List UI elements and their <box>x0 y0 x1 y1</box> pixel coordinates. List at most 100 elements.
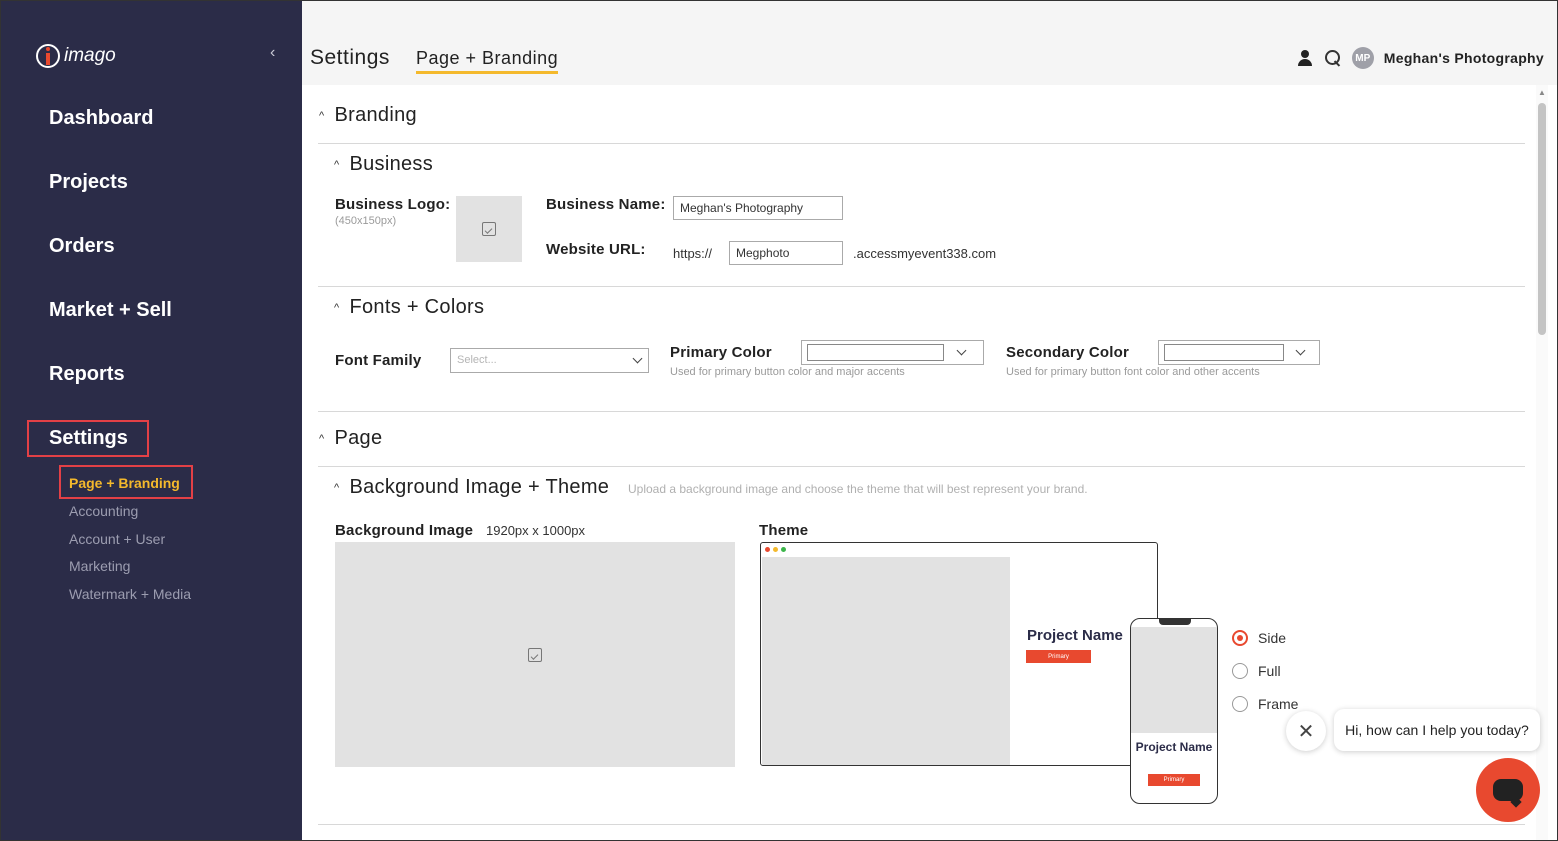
url-prefix: https:// <box>673 246 713 261</box>
section-branding-toggle[interactable]: ^ Branding <box>319 104 417 127</box>
close-icon: ✕ <box>1297 720 1315 743</box>
chat-greeting-bubble[interactable]: Hi, how can I help you today? <box>1334 709 1540 751</box>
image-placeholder-icon <box>528 647 542 662</box>
radio-unselected-icon <box>1232 696 1248 712</box>
window-dot-icon <box>765 547 770 552</box>
primary-color-label: Primary Color <box>670 344 772 361</box>
section-background-theme-toggle[interactable]: ^ Background Image + Theme <box>334 476 609 499</box>
radio-selected-icon <box>1232 630 1248 646</box>
secondary-color-label: Secondary Color <box>1006 344 1130 361</box>
chat-launcher-button[interactable] <box>1476 758 1540 822</box>
secondary-color-hint: Used for primary button font color and o… <box>1006 366 1260 378</box>
image-placeholder-icon <box>482 222 496 236</box>
business-logo-upload[interactable] <box>456 196 522 262</box>
user-icon[interactable] <box>1296 49 1314 67</box>
subnav-accounting[interactable]: Accounting <box>69 503 138 519</box>
subnav-account-user[interactable]: Account + User <box>69 531 165 547</box>
page-title: Settings <box>310 46 390 69</box>
divider <box>318 411 1525 412</box>
section-business-title: Business <box>349 153 434 175</box>
avatar[interactable]: MP <box>1351 47 1374 69</box>
phone-preview-background <box>1131 627 1217 733</box>
window-dot-icon <box>773 547 778 552</box>
radio-unselected-icon <box>1232 663 1248 679</box>
window-dot-icon <box>781 547 786 552</box>
phone-notch <box>1159 619 1191 625</box>
theme-option-side[interactable]: Side <box>1232 630 1286 646</box>
sidebar: imago ‹ Dashboard Projects Orders Market… <box>0 0 302 841</box>
primary-color-select[interactable] <box>801 340 984 365</box>
nav-orders[interactable]: Orders <box>49 235 115 258</box>
section-business-toggle[interactable]: ^ Business <box>334 153 433 176</box>
nav-settings[interactable]: Settings <box>49 427 128 450</box>
theme-option-label: Side <box>1258 630 1287 646</box>
chat-close-button[interactable]: ✕ <box>1286 711 1326 751</box>
secondary-color-swatch <box>1164 344 1284 361</box>
chevron-up-icon: ^ <box>319 109 325 122</box>
account-business-name[interactable]: Meghan's Photography <box>1384 50 1544 66</box>
divider <box>318 824 1525 825</box>
section-page-toggle[interactable]: ^ Page <box>319 427 382 450</box>
chevron-left-icon[interactable]: ‹ <box>270 44 275 62</box>
subnav-page-branding[interactable]: Page + Branding <box>69 475 180 491</box>
background-image-label: Background Image <box>335 522 474 539</box>
theme-option-label: Full <box>1258 663 1281 679</box>
section-fonts-colors-title: Fonts + Colors <box>349 296 485 318</box>
business-name-input[interactable] <box>673 196 843 220</box>
chevron-up-icon: ^ <box>334 301 340 314</box>
business-logo-size-hint: (450x150px) <box>335 215 397 227</box>
chevron-down-icon <box>632 353 643 364</box>
primary-color-hint: Used for primary button color and major … <box>670 366 905 378</box>
section-background-theme-title: Background Image + Theme <box>349 476 610 498</box>
scrollbar-thumb[interactable] <box>1538 103 1546 335</box>
url-suffix: .accessmyevent338.com <box>853 246 997 261</box>
logo-text: imago <box>64 45 116 66</box>
chat-greeting-text: Hi, how can I help you today? <box>1345 722 1529 738</box>
chevron-up-icon: ^ <box>334 158 340 171</box>
scroll-up-arrow-icon[interactable]: ▲ <box>1536 88 1548 97</box>
background-theme-hint: Upload a background image and choose the… <box>628 482 1088 496</box>
chevron-up-icon: ^ <box>334 481 340 494</box>
divider <box>318 143 1525 144</box>
top-header: Settings Page + Branding MP Meghan's Pho… <box>302 0 1558 85</box>
phone-preview-primary-button: Primary <box>1148 774 1200 786</box>
app-logo[interactable]: imago <box>36 44 116 68</box>
imago-logo-icon <box>36 44 60 68</box>
font-family-label: Font Family <box>335 352 422 369</box>
website-url-label: Website URL: <box>546 241 646 258</box>
search-icon[interactable] <box>1324 49 1342 67</box>
nav-market-sell[interactable]: Market + Sell <box>49 299 172 322</box>
nav-dashboard[interactable]: Dashboard <box>49 107 153 130</box>
theme-option-frame[interactable]: Frame <box>1232 696 1298 712</box>
window-dots <box>765 547 786 552</box>
section-fonts-colors-toggle[interactable]: ^ Fonts + Colors <box>334 296 484 319</box>
phone-preview-project-name: Project Name <box>1135 740 1213 754</box>
tab-page-branding[interactable]: Page + Branding <box>416 48 559 74</box>
theme-option-label: Frame <box>1258 696 1299 712</box>
subnav-watermark-media[interactable]: Watermark + Media <box>69 586 191 602</box>
background-image-upload[interactable] <box>335 542 735 767</box>
subnav-marketing[interactable]: Marketing <box>69 558 130 574</box>
website-url-input[interactable] <box>729 241 843 265</box>
preview-background <box>762 557 1010 765</box>
primary-color-swatch <box>807 344 944 361</box>
header-actions: MP Meghan's Photography <box>1296 47 1544 69</box>
business-logo-label: Business Logo: <box>335 196 451 213</box>
divider <box>318 286 1525 287</box>
font-family-select[interactable]: Select... <box>450 348 649 373</box>
nav-reports[interactable]: Reports <box>49 363 125 386</box>
secondary-color-select[interactable] <box>1158 340 1320 365</box>
business-name-label: Business Name: <box>546 196 666 213</box>
preview-project-name: Project Name <box>1027 627 1123 644</box>
background-image-size: 1920px x 1000px <box>486 523 586 538</box>
chat-bubble-icon <box>1493 779 1523 801</box>
theme-option-full[interactable]: Full <box>1232 663 1281 679</box>
chevron-down-icon <box>1295 345 1306 356</box>
theme-label: Theme <box>759 522 809 539</box>
chevron-up-icon: ^ <box>319 432 325 445</box>
divider <box>318 466 1525 467</box>
theme-desktop-preview: Project Name Primary <box>760 542 1158 766</box>
section-page-title: Page <box>334 427 383 449</box>
nav-projects[interactable]: Projects <box>49 171 128 194</box>
preview-primary-button: Primary <box>1026 650 1091 663</box>
